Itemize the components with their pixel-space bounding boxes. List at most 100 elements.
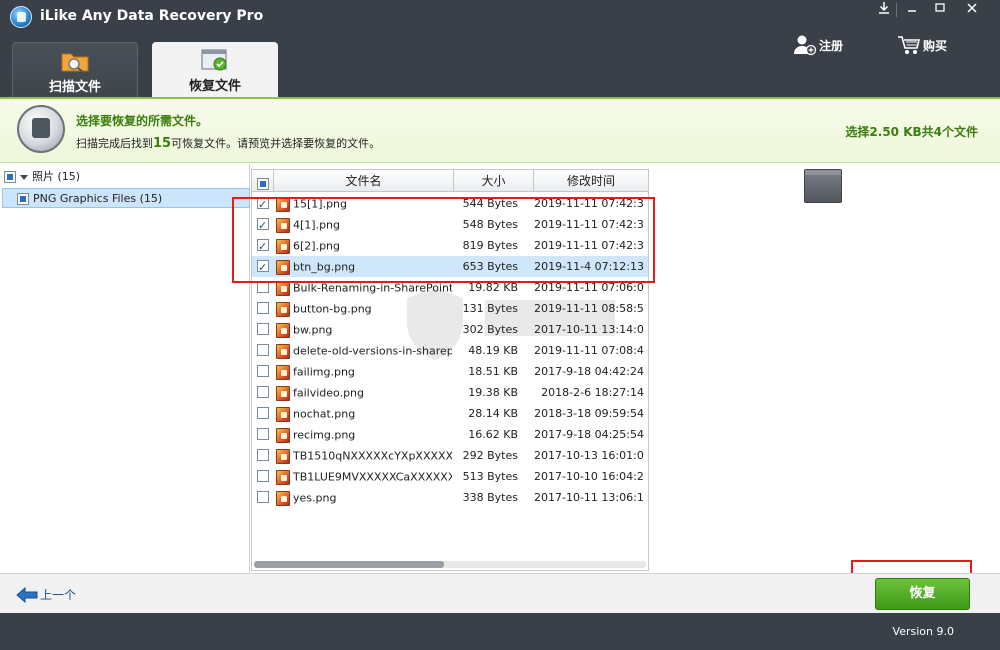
file-modified-time: 2017-10-11 13:14:00 — [534, 323, 644, 336]
found-count: 15 — [153, 136, 172, 151]
png-file-icon — [276, 469, 290, 485]
download-icon[interactable] — [870, 1, 898, 21]
png-file-icon — [276, 343, 290, 359]
info-subtitle: 扫描完成后找到15可恢复文件。请预览并选择要恢复的文件。 — [76, 135, 380, 151]
arrow-left-icon — [16, 586, 38, 603]
table-row[interactable]: failvideo.png 19.38 KB 2018-2-6 18:27:14 — [252, 382, 648, 403]
file-name: recimg.png — [293, 428, 356, 442]
file-name-cell: delete-old-versions-in-sharep... — [276, 340, 452, 361]
preview-pane — [650, 164, 1000, 573]
file-size: 513 Bytes — [462, 470, 518, 483]
row-checkbox-cell — [257, 424, 273, 445]
shopping-cart-icon — [898, 36, 921, 54]
version-label: Version 9.0 — [892, 625, 954, 638]
column-header-name[interactable]: 文件名 — [274, 170, 454, 192]
table-row[interactable]: bw.png 302 Bytes 2017-10-11 13:14:00 — [252, 319, 648, 340]
file-name-cell: nochat.png — [276, 403, 452, 424]
row-checkbox[interactable] — [257, 344, 269, 356]
tree-item-photos[interactable]: 照片 (15) — [4, 167, 248, 187]
tab-scan-label: 扫描文件 — [48, 80, 101, 95]
table-row[interactable]: recimg.png 16.62 KB 2017-9-18 04:25:54 — [252, 424, 648, 445]
row-checkbox[interactable] — [257, 449, 269, 461]
png-file-icon — [276, 406, 290, 422]
png-file-icon — [276, 427, 290, 443]
file-name-cell: bw.png — [276, 319, 452, 340]
annotation-box-selected-rows — [232, 197, 655, 283]
file-name: failimg.png — [293, 365, 355, 379]
table-row[interactable]: TB1LUE9MVXXXXXCaXXXXXXX... 513 Bytes 2017-… — [252, 466, 648, 487]
table-row[interactable]: button-bg.png 131 Bytes 2019-11-11 08:58:5… — [252, 298, 648, 319]
horizontal-scrollbar[interactable] — [254, 561, 646, 568]
column-header-modified[interactable]: 修改时间 — [534, 170, 648, 192]
info-title: 选择要恢复的所需文件。 — [76, 114, 209, 128]
table-row[interactable]: TB1510qNXXXXXcYXpXXXXXXX... 292 Bytes 2017… — [252, 445, 648, 466]
png-file-icon — [276, 385, 290, 401]
tree-png-checkbox[interactable] — [17, 193, 29, 205]
info-bar: 选择要恢复的所需文件。 扫描完成后找到15可恢复文件。请预览并选择要恢复的文件。… — [0, 97, 1000, 163]
recover-button[interactable]: 恢复 — [875, 578, 970, 610]
file-name-cell: button-bg.png — [276, 298, 452, 319]
tree-photos-label: 照片 (15) — [32, 170, 81, 183]
row-checkbox[interactable] — [257, 302, 269, 314]
recovery-disk-icon — [17, 105, 65, 153]
row-checkbox[interactable] — [257, 323, 269, 335]
select-all-header[interactable] — [252, 170, 274, 192]
row-checkbox[interactable] — [257, 365, 269, 377]
tab-recover-files[interactable]: 恢复文件 — [152, 42, 278, 97]
file-name: button-bg.png — [293, 302, 372, 316]
row-checkbox[interactable] — [257, 470, 269, 482]
row-checkbox-cell — [257, 487, 273, 508]
info-subtitle-prefix: 扫描完成后找到 — [76, 137, 153, 150]
back-label: 上一个 — [40, 587, 77, 602]
file-name: delete-old-versions-in-sharep... — [293, 344, 452, 358]
table-row[interactable]: nochat.png 28.14 KB 2018-3-18 09:59:54 — [252, 403, 648, 424]
png-file-icon — [276, 364, 290, 380]
title-separator — [896, 3, 897, 17]
table-row[interactable]: delete-old-versions-in-sharep... 48.19 KB… — [252, 340, 648, 361]
file-modified-time: 2017-9-18 04:42:24 — [534, 365, 644, 378]
add-user-icon — [794, 35, 817, 56]
file-modified-time: 2017-10-10 16:04:26 — [534, 470, 644, 483]
file-size: 28.14 KB — [468, 407, 518, 420]
file-modified-time: 2017-10-11 13:06:12 — [534, 491, 644, 504]
table-row[interactable]: yes.png 338 Bytes 2017-10-11 13:06:12 — [252, 487, 648, 508]
minimize-icon[interactable] — [898, 1, 926, 21]
select-all-checkbox[interactable] — [256, 177, 269, 190]
tree-item-png-files[interactable]: PNG Graphics Files (15) — [2, 188, 250, 208]
file-modified-time: 2018-3-18 09:59:54 — [534, 407, 644, 420]
row-checkbox[interactable] — [257, 407, 269, 419]
title-bar: iLike Any Data Recovery Pro 扫描文件 恢复文件 注册… — [0, 0, 1000, 97]
expand-arrow-icon[interactable] — [20, 174, 28, 180]
png-file-icon — [276, 301, 290, 317]
app-logo-icon — [10, 6, 32, 28]
row-checkbox[interactable] — [257, 428, 269, 440]
tab-recover-label: 恢复文件 — [188, 79, 241, 94]
file-name: nochat.png — [293, 407, 356, 421]
row-checkbox[interactable] — [257, 491, 269, 503]
tab-scan-files[interactable]: 扫描文件 — [12, 42, 138, 97]
row-checkbox-cell — [257, 382, 273, 403]
png-file-icon — [276, 322, 290, 338]
row-checkbox[interactable] — [257, 386, 269, 398]
scrollbar-thumb[interactable] — [254, 561, 444, 568]
row-checkbox-cell — [257, 340, 273, 361]
row-checkbox-cell — [257, 298, 273, 319]
file-size: 338 Bytes — [462, 491, 518, 504]
maximize-icon[interactable] — [926, 1, 954, 21]
file-name-cell: recimg.png — [276, 424, 452, 445]
buy-link[interactable]: 购买 — [897, 34, 947, 58]
tree-photos-checkbox[interactable] — [4, 171, 16, 183]
table-row[interactable]: failimg.png 18.51 KB 2017-9-18 04:42:24 — [252, 361, 648, 382]
register-link[interactable]: 注册 — [793, 34, 843, 58]
file-name: yes.png — [293, 491, 337, 505]
file-size: 292 Bytes — [462, 449, 518, 462]
app-title: iLike Any Data Recovery Pro — [40, 8, 264, 24]
back-button[interactable]: 上一个 — [16, 584, 76, 604]
file-size: 302 Bytes — [462, 323, 518, 336]
file-size: 48.19 KB — [468, 344, 518, 357]
png-file-icon — [276, 448, 290, 464]
file-size: 19.38 KB — [468, 386, 518, 399]
close-icon[interactable] — [958, 1, 986, 21]
column-header-size[interactable]: 大小 — [454, 170, 534, 192]
png-file-icon — [276, 490, 290, 506]
